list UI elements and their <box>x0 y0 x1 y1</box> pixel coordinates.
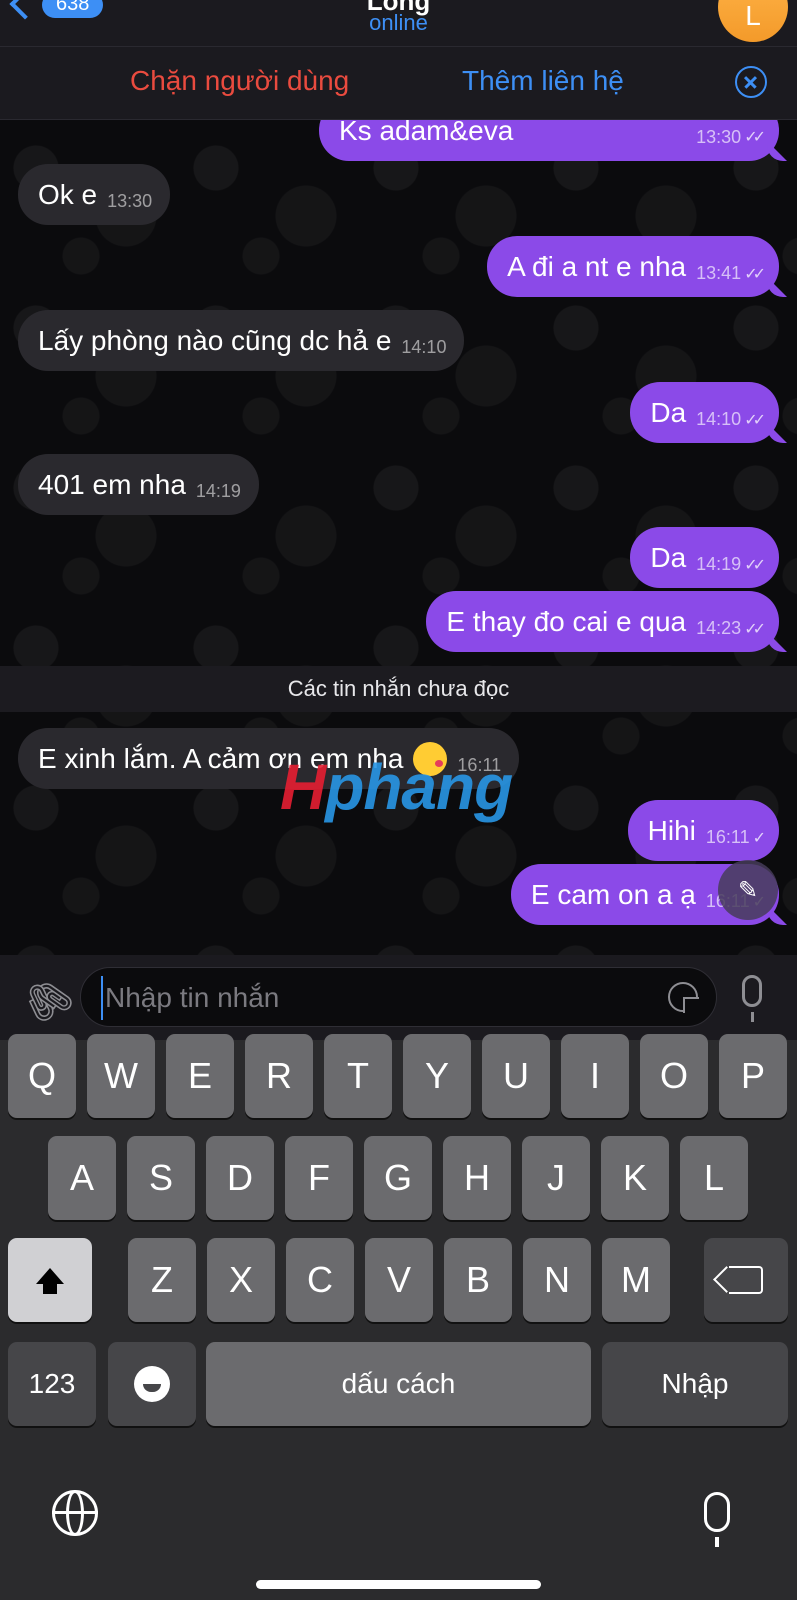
key-w[interactable]: W <box>87 1034 155 1118</box>
message-time: 14:19 <box>696 554 742 574</box>
key-u[interactable]: U <box>482 1034 550 1118</box>
close-icon[interactable] <box>735 66 767 98</box>
backspace-icon <box>729 1266 763 1294</box>
message-input[interactable] <box>101 976 627 1020</box>
chat-header: 638 Long online L <box>0 0 797 47</box>
message-time: 14:10 <box>696 409 742 429</box>
message-list[interactable]: Ks adam&eva 13:30 ✓✓ Ok e 13:30 A đi a nt… <box>0 120 797 955</box>
watermark-logo: Hphang <box>280 751 513 823</box>
message-bubble[interactable]: E thay đo cai e qua 14:23 ✓✓ <box>426 591 779 652</box>
scroll-down-button[interactable]: ✎ <box>718 860 778 920</box>
key-m[interactable]: M <box>602 1238 670 1322</box>
key-l[interactable]: L <box>680 1136 748 1220</box>
key-e[interactable]: E <box>166 1034 234 1118</box>
delete-key[interactable] <box>704 1238 788 1322</box>
key-b[interactable]: B <box>444 1238 512 1322</box>
key-r[interactable]: R <box>245 1034 313 1118</box>
key-x[interactable]: X <box>207 1238 275 1322</box>
double-check-icon: ✓✓ <box>744 265 766 283</box>
message-time: 14:19 <box>195 481 241 501</box>
key-o[interactable]: O <box>640 1034 708 1118</box>
message-bubble[interactable]: 401 em nha 14:19 <box>18 454 259 515</box>
key-d[interactable]: D <box>206 1136 274 1220</box>
key-k[interactable]: K <box>601 1136 669 1220</box>
composer-bar: 🖇 <box>0 955 797 1040</box>
message-text: Da <box>650 396 687 428</box>
message-text: E thay đo cai e qua <box>446 605 687 637</box>
message-time: 14:23 <box>696 618 742 638</box>
mention-icon: ✎ <box>737 876 759 904</box>
key-p[interactable]: P <box>719 1034 787 1118</box>
emoji-key[interactable] <box>108 1342 196 1426</box>
home-indicator <box>256 1580 541 1589</box>
message-time: 13:41 <box>696 263 742 283</box>
contact-action-bar: Chặn người dùng Thêm liên hệ <box>0 47 797 120</box>
message-time: 16:11 <box>705 827 750 847</box>
block-user-button[interactable]: Chặn người dùng <box>130 65 349 97</box>
message-text: Ok e <box>38 178 98 210</box>
emoji-icon <box>134 1366 170 1402</box>
key-j[interactable]: J <box>522 1136 590 1220</box>
message-bubble[interactable]: Ks adam&eva 13:30 ✓✓ <box>319 120 779 161</box>
numbers-key[interactable]: 123 <box>8 1342 96 1426</box>
key-q[interactable]: Q <box>8 1034 76 1118</box>
avatar-letter: L <box>745 0 761 31</box>
message-time: 13:30 <box>107 191 153 211</box>
key-c[interactable]: C <box>286 1238 354 1322</box>
key-y[interactable]: Y <box>403 1034 471 1118</box>
key-i[interactable]: I <box>561 1034 629 1118</box>
message-bubble[interactable]: Hihi 16:11 ✓ <box>627 800 779 861</box>
check-icon: ✓ <box>752 829 767 847</box>
key-t[interactable]: T <box>324 1034 392 1118</box>
message-text: Lấy phòng nào cũng dc hả e <box>38 324 392 356</box>
double-check-icon: ✓✓ <box>744 556 766 574</box>
unread-messages-divider: Các tin nhắn chưa đọc <box>0 666 797 712</box>
key-a[interactable]: A <box>48 1136 116 1220</box>
dictation-mic-icon[interactable] <box>704 1492 730 1547</box>
attach-icon[interactable]: 🖇 <box>13 966 82 1035</box>
add-contact-button[interactable]: Thêm liên hệ <box>462 65 624 97</box>
key-g[interactable]: G <box>364 1136 432 1220</box>
message-text: A đi a nt e nha <box>507 250 687 282</box>
return-key[interactable]: Nhập <box>602 1342 788 1426</box>
double-check-icon: ✓✓ <box>744 129 766 146</box>
message-bubble[interactable]: Ok e 13:30 <box>18 164 171 225</box>
message-bubble[interactable]: Da 14:19 ✓✓ <box>630 527 779 588</box>
key-h[interactable]: H <box>443 1136 511 1220</box>
message-time: 14:10 <box>401 337 447 357</box>
message-text: E cam on a ạ <box>530 878 696 910</box>
key-s[interactable]: S <box>127 1136 195 1220</box>
key-f[interactable]: F <box>285 1136 353 1220</box>
microphone-icon[interactable] <box>742 975 762 1022</box>
shift-icon <box>36 1268 64 1294</box>
keyboard: 123 dấu cách Nhập QWERTYUIOP ASDFGHJKL ZXC… <box>0 1034 797 1600</box>
message-bubble[interactable]: Da 14:10 ✓✓ <box>630 382 779 443</box>
message-text: Da <box>650 541 687 573</box>
message-field[interactable] <box>80 967 717 1027</box>
message-text: Hihi <box>647 814 696 846</box>
message-text: 401 em nha <box>38 468 186 500</box>
message-time: 13:30 <box>696 127 742 147</box>
key-n[interactable]: N <box>523 1238 591 1322</box>
double-check-icon: ✓✓ <box>744 411 766 429</box>
key-z[interactable]: Z <box>128 1238 196 1322</box>
double-check-icon: ✓✓ <box>744 620 766 638</box>
key-v[interactable]: V <box>365 1238 433 1322</box>
space-key[interactable]: dấu cách <box>206 1342 591 1426</box>
shift-key[interactable] <box>8 1238 92 1322</box>
sticker-icon[interactable] <box>668 982 699 1013</box>
contact-status: online <box>369 10 428 35</box>
message-text: Ks adam&eva <box>339 120 514 146</box>
globe-icon[interactable] <box>52 1490 98 1536</box>
message-bubble[interactable]: A đi a nt e nha 13:41 ✓✓ <box>487 236 779 297</box>
message-bubble[interactable]: Lấy phòng nào cũng dc hả e 14:10 <box>18 310 465 371</box>
